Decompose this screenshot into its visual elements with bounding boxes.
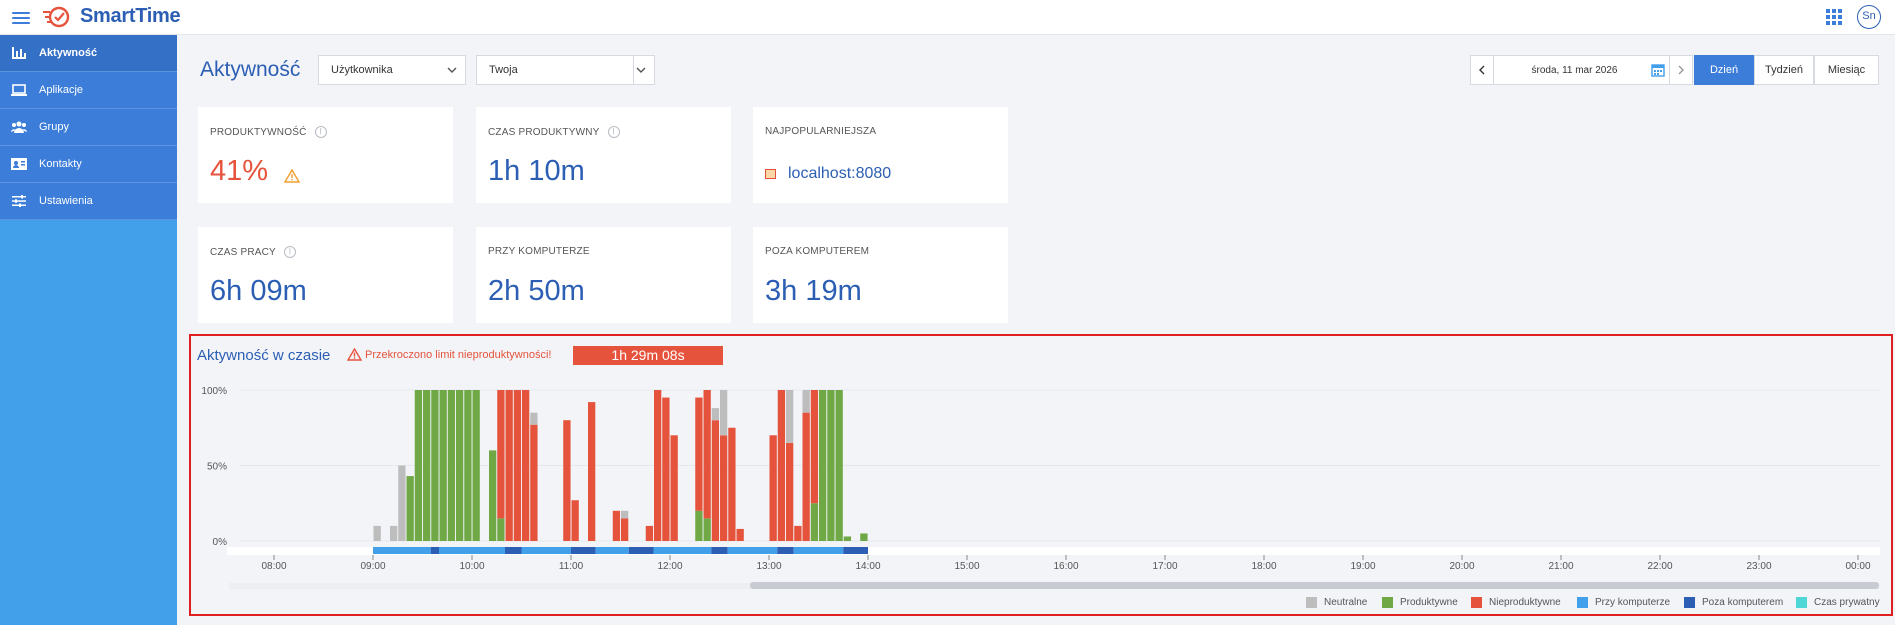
legend-at-computer[interactable]: Przy komputerze — [1577, 596, 1670, 608]
chart-title: Aktywność w czasie — [197, 347, 331, 364]
brand-name[interactable]: SmartTime — [80, 5, 181, 28]
menu-icon[interactable] — [12, 9, 30, 25]
legend-label: Produktywne — [1400, 596, 1458, 608]
range-month-button[interactable]: Miesiąc — [1814, 55, 1879, 85]
warning-icon — [284, 169, 300, 183]
sidebar-item-label: Grupy — [39, 121, 69, 133]
away-card: Poza komputerem 3h 19m — [753, 227, 1008, 323]
card-label-text: Czas produktywny — [488, 126, 600, 138]
at-computer-value: 2h 50m — [488, 275, 585, 307]
select-divider — [633, 56, 634, 84]
next-day-button[interactable] — [1669, 56, 1692, 84]
range-week-button[interactable]: Tydzień — [1754, 55, 1814, 85]
limit-exceeded-badge: 1h 29m 08s — [573, 346, 723, 365]
legend-label: Czas prywatny — [1814, 596, 1880, 608]
legend-neutral[interactable]: Neutralne — [1306, 596, 1367, 608]
top-bar: SmartTime Sn — [0, 0, 1895, 35]
prev-day-button[interactable] — [1471, 56, 1494, 84]
filter-value-select[interactable]: Twoja — [476, 55, 655, 85]
contact-card-icon — [11, 157, 27, 171]
info-icon[interactable]: i — [283, 246, 296, 258]
legend-swatch — [1577, 596, 1588, 608]
at-computer-card: Przy komputerze 2h 50m — [476, 227, 731, 323]
work-time-card: Czas pracy i 6h 09m — [198, 227, 453, 323]
legend-unproductive[interactable]: Nieproduktywne — [1471, 596, 1561, 608]
card-label: Najpopularniejsza — [765, 126, 877, 137]
card-label: Produktywność i — [210, 126, 327, 138]
legend-label: Neutralne — [1324, 596, 1368, 608]
card-label: Przy komputerze — [488, 246, 590, 257]
chevron-down-icon — [636, 67, 646, 73]
sliders-icon — [11, 194, 27, 208]
sidebar-item-ustawienia[interactable]: Ustawienia — [0, 183, 177, 220]
card-label: Czas produktywny i — [488, 126, 620, 138]
filter-type-select[interactable]: Użytkownika — [318, 55, 466, 85]
sidebar-item-label: Aplikacje — [39, 84, 84, 96]
legend-swatch — [1471, 596, 1482, 608]
card-label-text: Produktywność — [210, 126, 307, 138]
most-popular-site[interactable]: localhost:8080 — [765, 165, 891, 183]
limit-warning: Przekroczono limit nieproduktywności! — [347, 348, 551, 361]
chevron-right-icon — [1678, 65, 1684, 75]
legend-label: Przy komputerze — [1595, 596, 1671, 608]
calendar-icon[interactable] — [1647, 56, 1669, 84]
warning-icon — [347, 348, 362, 361]
filter-value: Twoja — [489, 64, 518, 76]
sidebar-item-grupy[interactable]: Grupy — [0, 109, 177, 146]
current-date[interactable]: środa, 11 mar 2026 — [1494, 65, 1647, 76]
card-label: Poza komputerem — [765, 246, 870, 257]
legend-swatch — [1796, 596, 1807, 608]
sidebar: Aktywność Aplikacje Grupy Kontakty Ustaw… — [0, 35, 177, 625]
productivity-value: 41% — [210, 155, 269, 187]
productive-time-value: 1h 10m — [488, 155, 585, 187]
sidebar-item-label: Aktywność — [39, 47, 98, 59]
user-avatar[interactable]: Sn — [1857, 5, 1881, 29]
info-icon[interactable]: i — [314, 126, 327, 138]
date-navigator: środa, 11 mar 2026 — [1470, 55, 1693, 85]
favicon-icon — [765, 169, 776, 179]
productive-time-card: Czas produktywny i 1h 10m — [476, 107, 731, 203]
legend-away[interactable]: Poza komputerem — [1684, 596, 1783, 608]
limit-warning-text: Przekroczono limit nieproduktywności! — [365, 348, 552, 361]
page-title: Aktywność — [200, 58, 301, 81]
range-day-button[interactable]: Dzień — [1694, 55, 1754, 85]
chevron-left-icon — [1479, 65, 1485, 75]
productivity-card: Produktywność i 41% — [198, 107, 453, 203]
away-value: 3h 19m — [765, 275, 862, 307]
sidebar-item-aplikacje[interactable]: Aplikacje — [0, 72, 177, 109]
sidebar-item-aktywnosc[interactable]: Aktywność — [0, 35, 177, 72]
users-icon — [11, 120, 27, 134]
bar-chart-icon — [11, 46, 27, 60]
legend-private[interactable]: Czas prywatny — [1796, 596, 1880, 608]
legend-productive[interactable]: Produktywne — [1382, 596, 1458, 608]
card-label: Czas pracy i — [210, 246, 296, 258]
work-time-value: 6h 09m — [210, 275, 307, 307]
smarttime-logo-icon — [43, 6, 70, 28]
scrollbar-thumb[interactable] — [750, 582, 1879, 589]
legend-label: Poza komputerem — [1702, 596, 1784, 608]
info-icon[interactable]: i — [607, 126, 620, 138]
legend-label: Nieproduktywne — [1489, 596, 1561, 608]
filter-type-value: Użytkownika — [331, 64, 393, 76]
most-popular-value: localhost:8080 — [788, 165, 892, 182]
most-popular-card: Najpopularniejsza localhost:8080 — [753, 107, 1008, 203]
card-label-text: Czas pracy — [210, 246, 276, 258]
apps-grid-icon[interactable] — [1826, 9, 1842, 25]
sidebar-item-kontakty[interactable]: Kontakty — [0, 146, 177, 183]
chevron-down-icon — [447, 67, 457, 73]
sidebar-item-label: Kontakty — [39, 158, 82, 170]
legend-swatch — [1306, 596, 1317, 608]
legend-swatch — [1684, 596, 1695, 608]
activity-chart-panel — [189, 334, 1893, 616]
legend-swatch — [1382, 596, 1393, 608]
laptop-icon — [11, 83, 27, 97]
sidebar-item-label: Ustawienia — [39, 195, 93, 207]
